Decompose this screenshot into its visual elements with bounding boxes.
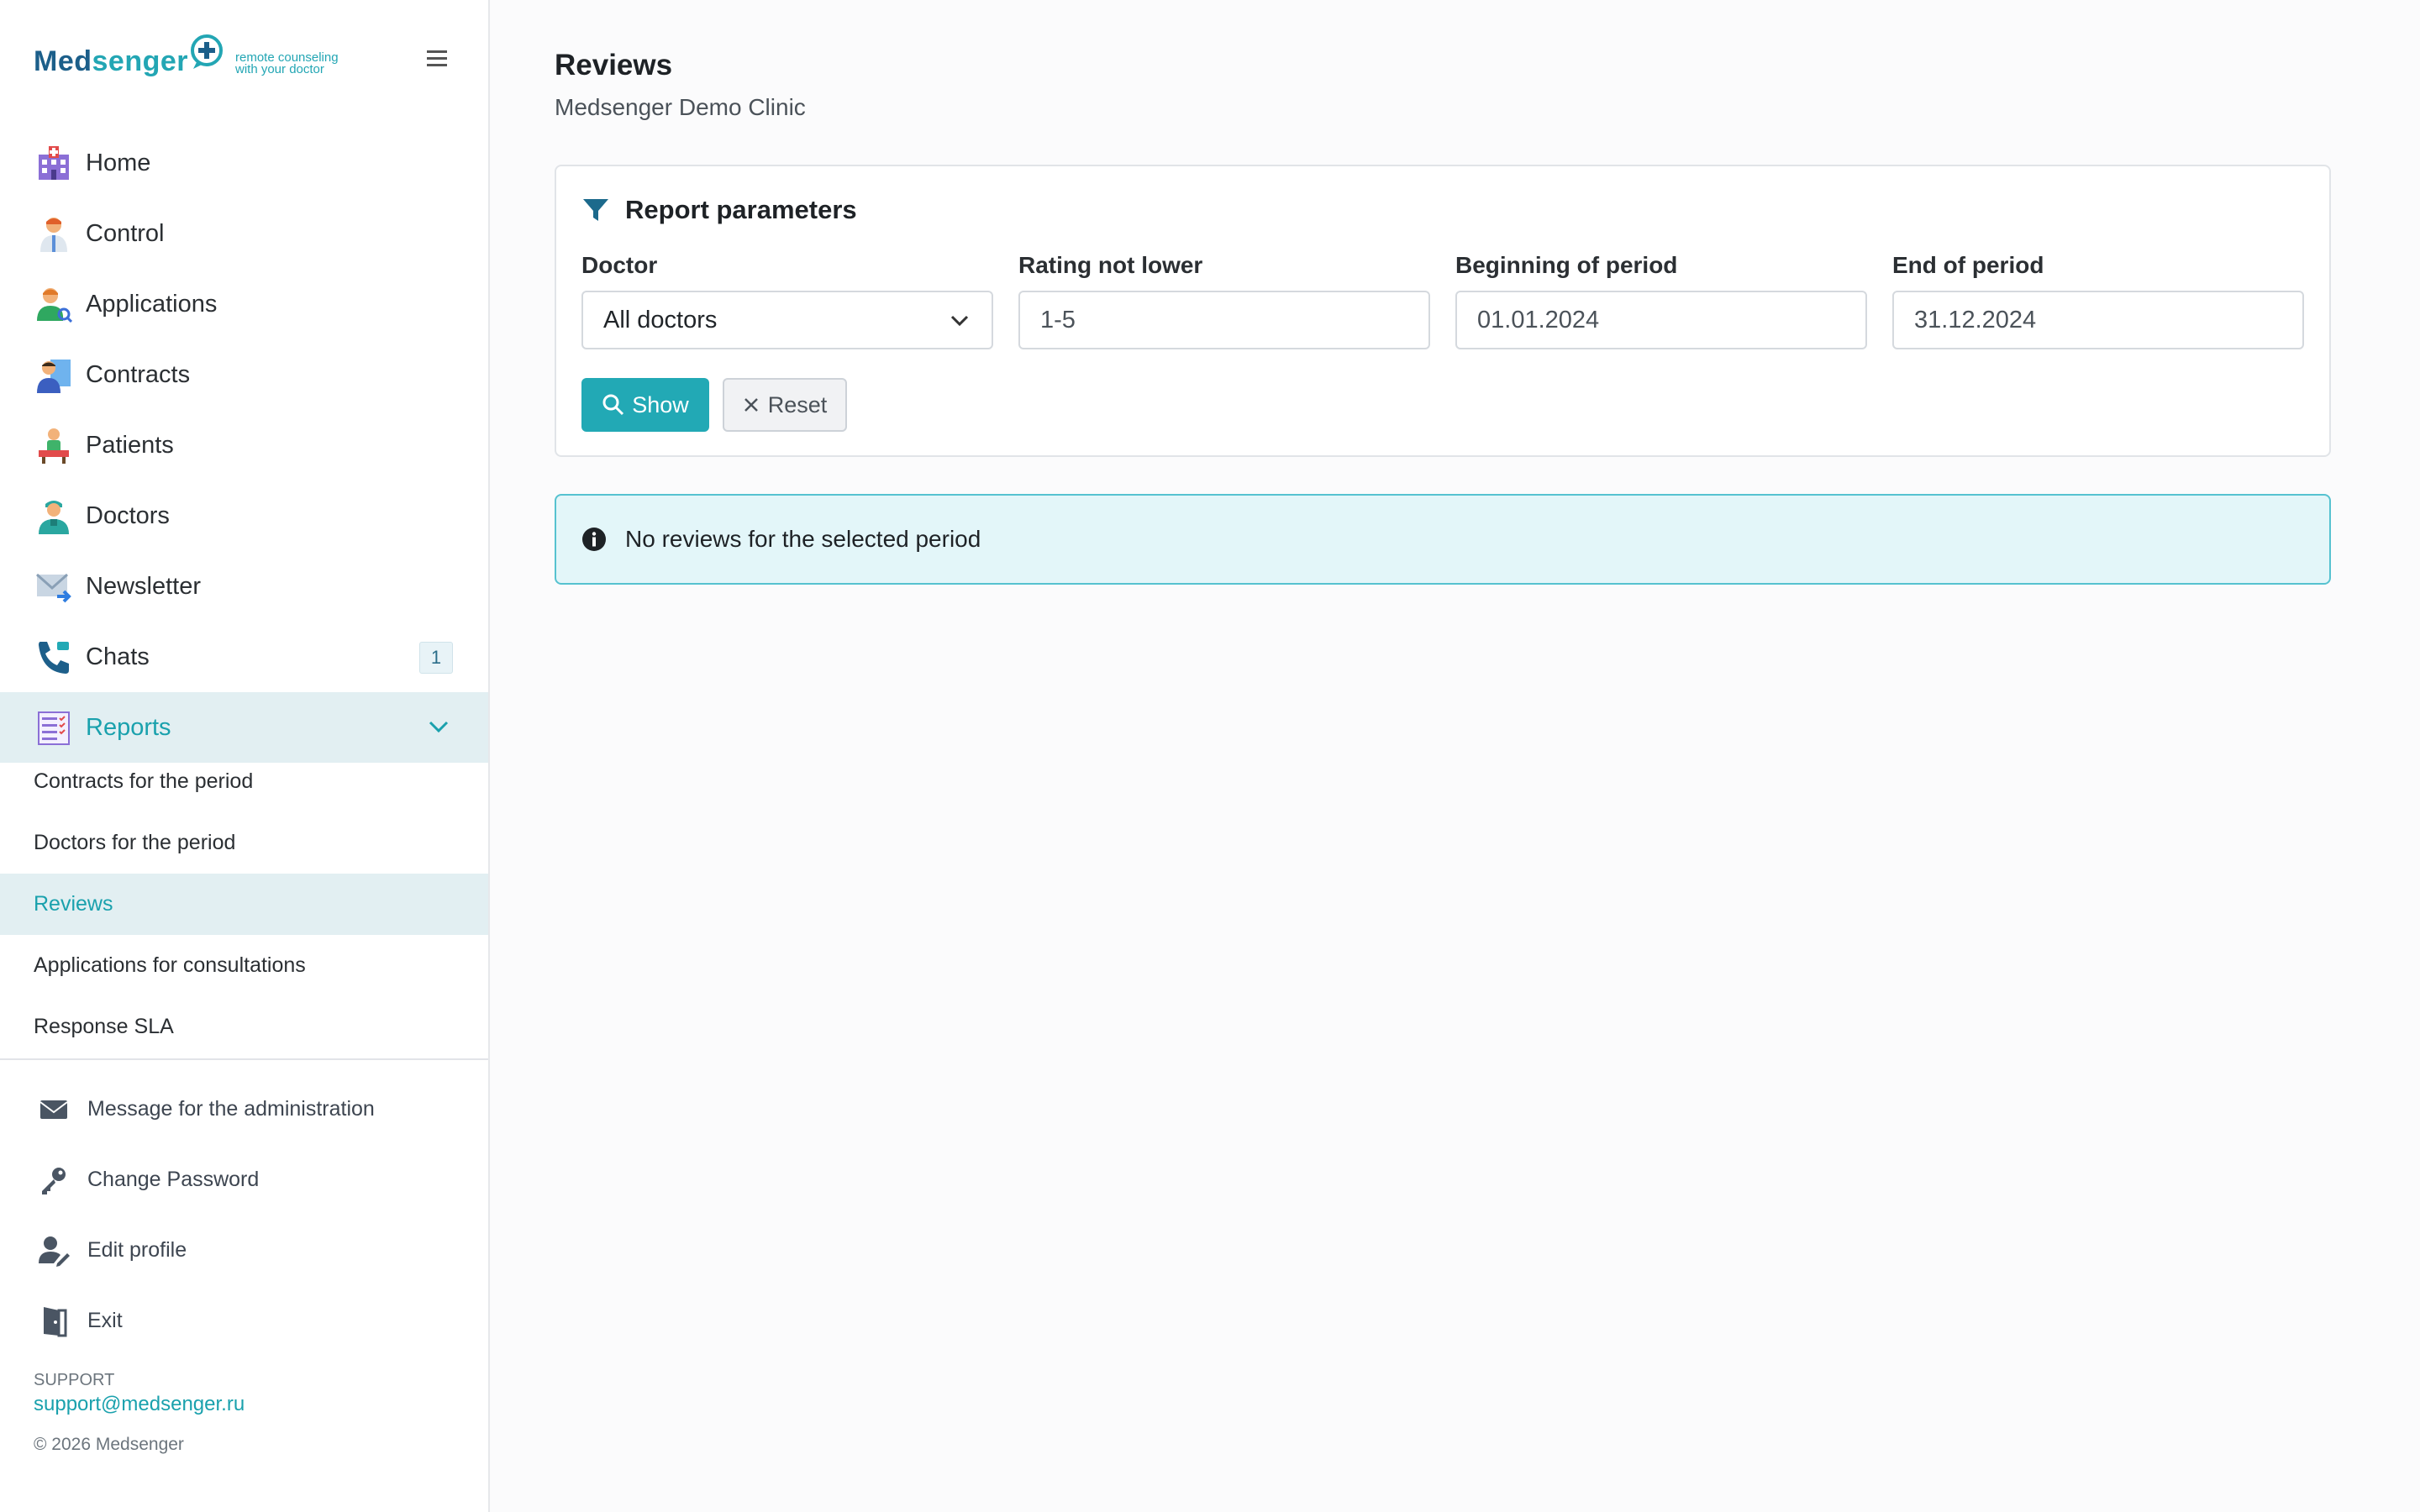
info-alert: No reviews for the selected period (555, 494, 2331, 585)
chat-plus-icon (191, 34, 223, 69)
sidebar-item-label: Change Password (87, 1167, 260, 1191)
tagline-line2: with your doctor (235, 62, 324, 76)
submenu-item-response-sla[interactable]: Response SLA (0, 996, 488, 1058)
chats-count-badge: 1 (419, 642, 453, 674)
begin-period-label: Beginning of period (1455, 252, 1678, 278)
card-header: Report parameters (581, 193, 857, 227)
door-exit-icon (44, 1307, 67, 1337)
nurse-icon (39, 501, 69, 534)
brand-tagline: remote counseling with your doctor (235, 51, 370, 76)
doctor-select[interactable]: All doctors (581, 291, 993, 349)
sidebar-item-label: Applications (86, 290, 218, 318)
hospital-icon (39, 146, 69, 180)
doctor-label: Doctor (581, 252, 658, 278)
submenu-item-doctors-period[interactable]: Doctors for the period (0, 812, 488, 874)
chevron-down-icon (429, 721, 449, 733)
card-title: Report parameters (625, 195, 857, 224)
sidebar-item-applications[interactable]: Applications (0, 269, 488, 339)
page-title: Reviews (555, 49, 673, 81)
end-period-input[interactable]: 31.12.2024 (1892, 291, 2304, 349)
menu-toggle-icon[interactable] (424, 45, 450, 72)
sidebar-item-patients[interactable]: Patients (0, 410, 488, 480)
sidebar-item-chats[interactable]: Chats 1 (0, 622, 488, 692)
sidebar-item-newsletter[interactable]: Newsletter (0, 551, 488, 622)
show-button-label: Show (632, 391, 689, 417)
submenu-item-contracts-period[interactable]: Contracts for the period (0, 751, 488, 812)
end-period-label: End of period (1892, 252, 2044, 278)
filter-icon (583, 199, 608, 221)
sidebar-item-change-password[interactable]: Change Password (0, 1144, 488, 1215)
user-edit-icon (39, 1236, 70, 1267)
brand-name-part1: Med (34, 45, 92, 77)
sidebar-item-label: Contracts (86, 360, 191, 388)
support-email-link[interactable]: support@medsenger.ru (34, 1393, 245, 1416)
sidebar-item-label: Home (86, 149, 151, 176)
mail-icon (36, 573, 71, 603)
main-nav: Home Control Applications Contracts Pati… (0, 128, 488, 763)
rating-label: Rating not lower (1018, 252, 1203, 278)
report-parameters-card: Report parameters Doctor All doctors Rat… (555, 165, 2331, 457)
key-icon (42, 1168, 66, 1194)
reports-submenu: Contracts for the period Doctors for the… (0, 751, 488, 1058)
patient-icon (39, 428, 69, 464)
sidebar-item-control[interactable]: Control (0, 198, 488, 269)
contract-icon (37, 360, 71, 393)
brand-name-part2: senger (92, 45, 188, 77)
search-icon (602, 394, 624, 416)
submenu-item-applications-consultations[interactable]: Applications for consultations (0, 935, 488, 996)
sidebar-item-label: Edit profile (87, 1237, 187, 1262)
page-subtitle: Medsenger Demo Clinic (555, 94, 806, 120)
sidebar-item-exit[interactable]: Exit (0, 1285, 488, 1356)
doctor-select-value: All doctors (603, 307, 718, 333)
sidebar-item-doctors[interactable]: Doctors (0, 480, 488, 551)
submenu-item-reviews[interactable]: Reviews (0, 874, 488, 935)
sidebar-item-edit-profile[interactable]: Edit profile (0, 1215, 488, 1285)
sidebar-item-home[interactable]: Home (0, 128, 488, 198)
phone-icon (39, 642, 69, 674)
sidebar-item-message-admin[interactable]: Message for the administration (0, 1074, 488, 1144)
account-nav: Message for the administration Change Pa… (0, 1074, 488, 1356)
show-button[interactable]: Show (581, 378, 709, 432)
sidebar: Medsenger remote counseling with your do… (0, 0, 490, 1512)
close-icon (744, 398, 758, 412)
user-search-icon (37, 288, 72, 323)
begin-period-input[interactable]: 01.01.2024 (1455, 291, 1867, 349)
copyright: © 2026 Medsenger (34, 1435, 184, 1454)
brand-logo[interactable]: Medsenger remote counseling with your do… (34, 34, 370, 84)
reset-button-label: Reset (767, 391, 828, 417)
sidebar-item-label: Doctors (86, 501, 170, 529)
report-icon (38, 711, 70, 745)
sidebar-divider (0, 1058, 488, 1060)
sidebar-item-label: Newsletter (86, 572, 201, 600)
reset-button[interactable]: Reset (723, 378, 847, 432)
sidebar-item-label: Exit (87, 1308, 123, 1332)
info-icon (582, 528, 606, 551)
brand-name: Medsenger (34, 45, 188, 78)
sidebar-item-label: Chats (86, 643, 150, 670)
support-label: SUPPORT (34, 1371, 115, 1389)
alert-message: No reviews for the selected period (625, 526, 981, 552)
sidebar-item-label: Patients (86, 431, 174, 459)
doctor-icon (40, 218, 67, 252)
sidebar-item-label: Reports (86, 713, 171, 741)
rating-input[interactable]: 1-5 (1018, 291, 1430, 349)
envelope-icon (39, 1100, 68, 1119)
sidebar-item-label: Control (86, 219, 165, 247)
sidebar-item-contracts[interactable]: Contracts (0, 339, 488, 410)
chevron-down-icon (950, 315, 969, 327)
sidebar-item-label: Message for the administration (87, 1096, 375, 1121)
